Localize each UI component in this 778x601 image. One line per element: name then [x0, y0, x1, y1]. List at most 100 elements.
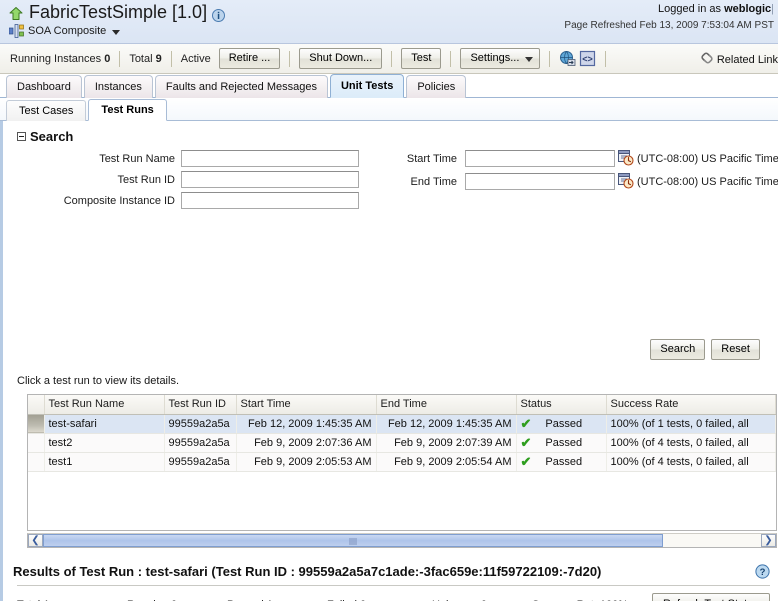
cell-test-run-id: 99559a2a5a: [164, 452, 236, 471]
running-instances-stat: Running Instances 0: [10, 53, 110, 65]
cell-start-time: Feb 9, 2009 2:05:53 AM: [236, 452, 376, 471]
row-selector[interactable]: [28, 452, 44, 471]
chevron-left-icon[interactable]: ❮: [28, 534, 43, 547]
divider: [171, 51, 172, 67]
cell-success-rate: 100% (of 4 tests, 0 failed, all: [606, 452, 776, 471]
total-stat: Total 9: [129, 53, 161, 65]
info-icon[interactable]: [212, 9, 225, 22]
link-icon: [700, 51, 714, 68]
test-run-id-label: Test Run ID: [17, 174, 175, 186]
check-icon: ✔: [521, 418, 532, 429]
composite-menu-label: SOA Composite: [28, 25, 106, 37]
calendar-clock-icon[interactable]: [618, 150, 634, 165]
test-runs-table[interactable]: Test Run Name Test Run ID Start Time End…: [27, 394, 777, 531]
table-row[interactable]: test-safari 99559a2a5a Feb 12, 2009 1:45…: [28, 414, 776, 433]
svg-text:<>: <>: [583, 54, 594, 64]
table-row[interactable]: test1 99559a2a5a Feb 9, 2009 2:05:53 AM …: [28, 452, 776, 471]
row-selector[interactable]: [28, 414, 44, 433]
running-instances-value: 0: [104, 53, 110, 65]
total-label: Total: [129, 53, 152, 65]
collapse-icon[interactable]: [17, 132, 26, 141]
logged-in-status: Logged in as weblogic|: [564, 3, 774, 15]
cell-test-run-name[interactable]: test1: [44, 452, 164, 471]
cell-end-time: Feb 9, 2009 2:05:54 AM: [376, 452, 516, 471]
cell-start-time: Feb 9, 2009 2:07:36 AM: [236, 433, 376, 452]
settings-button[interactable]: Settings...: [460, 48, 540, 69]
status-label: Passed: [545, 437, 582, 449]
scrollbar-thumb[interactable]: [43, 534, 663, 547]
tab-policies[interactable]: Policies: [406, 75, 466, 98]
divider: [119, 51, 120, 67]
cell-test-run-name[interactable]: test-safari: [44, 414, 164, 433]
column-header-success-rate[interactable]: Success Rate: [606, 395, 776, 414]
refresh-test-status-button[interactable]: Refresh Test Status: [652, 593, 770, 601]
status-label: Passed: [545, 418, 582, 430]
status-label: Passed: [545, 456, 582, 468]
chevron-down-icon: [525, 57, 533, 62]
end-time-input[interactable]: [465, 173, 615, 190]
table-horizontal-scrollbar[interactable]: ❮ ❯: [27, 533, 777, 548]
search-button[interactable]: Search: [650, 339, 705, 360]
selection-column-header: [28, 395, 44, 414]
divider: [391, 51, 392, 67]
divider: [605, 51, 606, 67]
tab-instances[interactable]: Instances: [84, 75, 153, 98]
tab-dashboard[interactable]: Dashboard: [6, 75, 82, 98]
column-header-status[interactable]: Status: [516, 395, 606, 414]
tab-faults-and-rejected-messages[interactable]: Faults and Rejected Messages: [155, 75, 328, 98]
search-panel: Search Test Run Name Test Run ID Composi…: [3, 121, 778, 216]
test-run-name-input[interactable]: [181, 150, 359, 167]
chevron-right-icon[interactable]: ❯: [761, 534, 776, 547]
results-title: Results of Test Run : test-safari (Test …: [13, 564, 601, 579]
subtab-test-runs[interactable]: Test Runs: [88, 99, 166, 121]
subtab-test-cases[interactable]: Test Cases: [6, 100, 86, 121]
reset-button[interactable]: Reset: [711, 339, 760, 360]
results-header: Results of Test Run : test-safari (Test …: [13, 564, 770, 579]
shut-down-button[interactable]: Shut Down...: [299, 48, 382, 69]
help-icon[interactable]: ?: [755, 564, 770, 579]
app-page: FabricTestSimple [1.0]: [0, 0, 778, 601]
start-time-timezone-note: (UTC-08:00) US Pacific Time: [637, 153, 778, 165]
search-section-header[interactable]: Search: [17, 129, 778, 144]
column-header-test-run-id[interactable]: Test Run ID: [164, 395, 236, 414]
test-run-name-label: Test Run Name: [17, 153, 175, 165]
test-run-id-input[interactable]: [181, 171, 359, 188]
table-row[interactable]: test2 99559a2a5a Feb 9, 2009 2:07:36 AM …: [28, 433, 776, 452]
globe-deploy-icon[interactable]: [559, 50, 576, 67]
table-header-row: Test Run Name Test Run ID Start Time End…: [28, 395, 776, 414]
related-link-button[interactable]: Related Link: [700, 51, 778, 68]
chevron-down-icon[interactable]: [112, 30, 120, 35]
cell-status: ✔ Passed: [516, 414, 606, 433]
secondary-tabbar: Test Cases Test Runs: [0, 98, 778, 121]
home-up-arrow-icon[interactable]: [8, 6, 24, 22]
header-left: FabricTestSimple [1.0]: [8, 2, 225, 38]
tab-unit-tests[interactable]: Unit Tests: [330, 74, 404, 98]
cell-status: ✔ Passed: [516, 452, 606, 471]
scrollbar-track[interactable]: [43, 534, 761, 547]
row-selector[interactable]: [28, 433, 44, 452]
cell-test-run-name[interactable]: test2: [44, 433, 164, 452]
retire-button[interactable]: Retire ...: [219, 48, 281, 69]
main-content: Search Test Run Name Test Run ID Composi…: [0, 121, 778, 601]
related-link-label: Related Link: [717, 54, 778, 66]
column-header-start-time[interactable]: Start Time: [236, 395, 376, 414]
xml-source-icon[interactable]: <>: [579, 50, 596, 67]
tab-label: Faults and Rejected Messages: [166, 81, 317, 93]
logged-in-user: weblogic: [724, 3, 771, 15]
start-time-input[interactable]: [465, 150, 615, 167]
end-time-timezone-note: (UTC-08:00) US Pacific Time: [637, 176, 778, 188]
check-icon: ✔: [521, 437, 532, 448]
column-header-end-time[interactable]: End Time: [376, 395, 516, 414]
soa-composite-icon: [9, 24, 24, 38]
title-row: FabricTestSimple [1.0]: [8, 2, 225, 23]
column-header-test-run-name[interactable]: Test Run Name: [44, 395, 164, 414]
check-icon: ✔: [521, 456, 532, 467]
results-summary-bar: Total 1 Running 0 Passed 1 Failed 0 Unkn…: [17, 585, 770, 601]
composite-instance-id-input[interactable]: [181, 192, 359, 209]
search-form: Test Run Name Test Run ID Composite Inst…: [17, 150, 778, 216]
cell-test-run-id: 99559a2a5a: [164, 433, 236, 452]
composite-menu[interactable]: SOA Composite: [9, 24, 225, 38]
cell-start-time: Feb 12, 2009 1:45:35 AM: [236, 414, 376, 433]
test-button[interactable]: Test: [401, 48, 441, 69]
calendar-clock-icon[interactable]: [618, 173, 634, 188]
